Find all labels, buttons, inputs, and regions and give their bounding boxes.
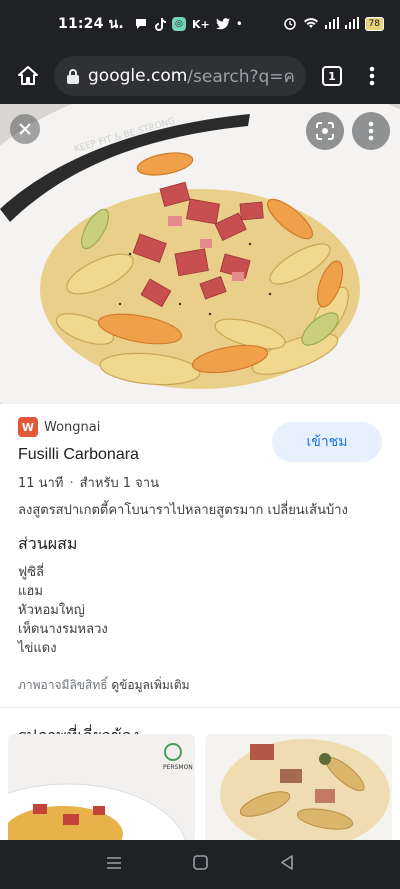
ingredient-item: เห็ดนางรมหลวง	[18, 622, 108, 637]
recent-apps-button[interactable]	[106, 855, 122, 874]
ingredient-item: ไข่แดง	[18, 641, 57, 656]
menu-lines-icon	[106, 857, 121, 869]
related-image-thumb[interactable]	[205, 734, 392, 840]
wongnai-logo-icon: W	[18, 417, 38, 437]
recipe-meta: 11 นาที · สำหรับ 1 จาน	[18, 472, 382, 493]
system-nav-bar	[0, 840, 400, 889]
close-icon	[19, 123, 31, 135]
signal-2-icon	[344, 16, 359, 32]
image-preview-panel: KEEP FIT & BE STRONG W Wongnai เข้าชม Fu…	[0, 104, 400, 840]
meta-separator: ·	[69, 476, 74, 491]
url-domain: google.com	[88, 66, 188, 86]
ingredients-list: ฟูซิลี่ แฮม หัวหอมใหญ่ เห็ดนางรมหลวง ไข่…	[18, 563, 382, 658]
status-time: 11:24 น.	[58, 16, 124, 32]
close-preview-button[interactable]	[10, 114, 40, 144]
more-vert-icon	[369, 66, 375, 86]
lens-icon	[316, 122, 334, 140]
menu-button[interactable]	[352, 56, 392, 96]
address-bar[interactable]: google.com/search?q=ค	[54, 56, 306, 96]
battery-indicator: 78	[364, 17, 384, 31]
browser-toolbar: google.com/search?q=ค 1	[0, 48, 400, 104]
chatgpt-icon: ◎	[171, 17, 186, 31]
status-app-icons: ◎ K+ •	[134, 17, 243, 31]
cook-time: 11 นาที	[18, 476, 64, 491]
twitter-icon	[215, 18, 230, 30]
kplus-icon: K+	[191, 17, 210, 31]
system-back-button[interactable]	[280, 855, 294, 874]
home-icon	[18, 66, 38, 85]
related-image-thumb[interactable]: PERSMON	[8, 734, 195, 840]
tab-count: 1	[322, 66, 342, 86]
back-triangle-icon	[281, 855, 293, 870]
ingredient-item: แฮม	[18, 584, 43, 599]
ingredient-item: ฟูซิลี่	[18, 565, 44, 580]
status-right: 78	[283, 16, 384, 33]
pasta-photo: KEEP FIT & BE STRONG	[0, 104, 400, 404]
system-home-button[interactable]	[193, 855, 209, 874]
recipe-description: ลงสูตรสปาเกตตี้คาโบนาราไปหลายสูตรมาก เปล…	[18, 503, 348, 518]
home-button[interactable]	[8, 56, 48, 96]
google-lens-button[interactable]	[306, 112, 344, 150]
image-more-button[interactable]	[352, 112, 390, 150]
ingredients-heading: ส่วนผสม	[18, 534, 78, 553]
source-name: Wongnai	[44, 419, 101, 435]
alarm-icon	[283, 16, 297, 33]
square-icon	[193, 855, 209, 870]
hero-image[interactable]: KEEP FIT & BE STRONG	[0, 104, 400, 404]
copyright-text: ภาพอาจมีลิขสิทธิ์	[18, 678, 108, 692]
signal-icon	[324, 16, 339, 32]
tiktok-icon	[154, 17, 166, 31]
message-icon	[134, 17, 148, 31]
tab-switcher-button[interactable]: 1	[312, 56, 352, 96]
result-info: W Wongnai เข้าชม Fusilli Carbonara 11 นา…	[0, 404, 400, 695]
url-path: /search?q=ค	[187, 66, 295, 87]
related-images-row: PERSMON	[8, 734, 392, 840]
servings: สำหรับ 1 จาน	[79, 476, 159, 491]
more-info-link[interactable]: ดูข้อมูลเพิ่มเติม	[111, 678, 189, 692]
ingredient-item: หัวหอมใหญ่	[18, 603, 85, 618]
copyright-notice: ภาพอาจมีลิขสิทธิ์ ดูข้อมูลเพิ่มเติม	[18, 676, 382, 695]
status-bar: 11:24 น. ◎ K+ • 78	[0, 0, 400, 48]
wifi-icon	[303, 17, 319, 32]
thumb-watermark: PERSMON	[163, 764, 193, 771]
more-vert-icon	[368, 121, 374, 141]
status-dot: •	[235, 17, 243, 31]
visit-button[interactable]: เข้าชม	[272, 422, 382, 462]
lock-icon	[66, 68, 80, 84]
